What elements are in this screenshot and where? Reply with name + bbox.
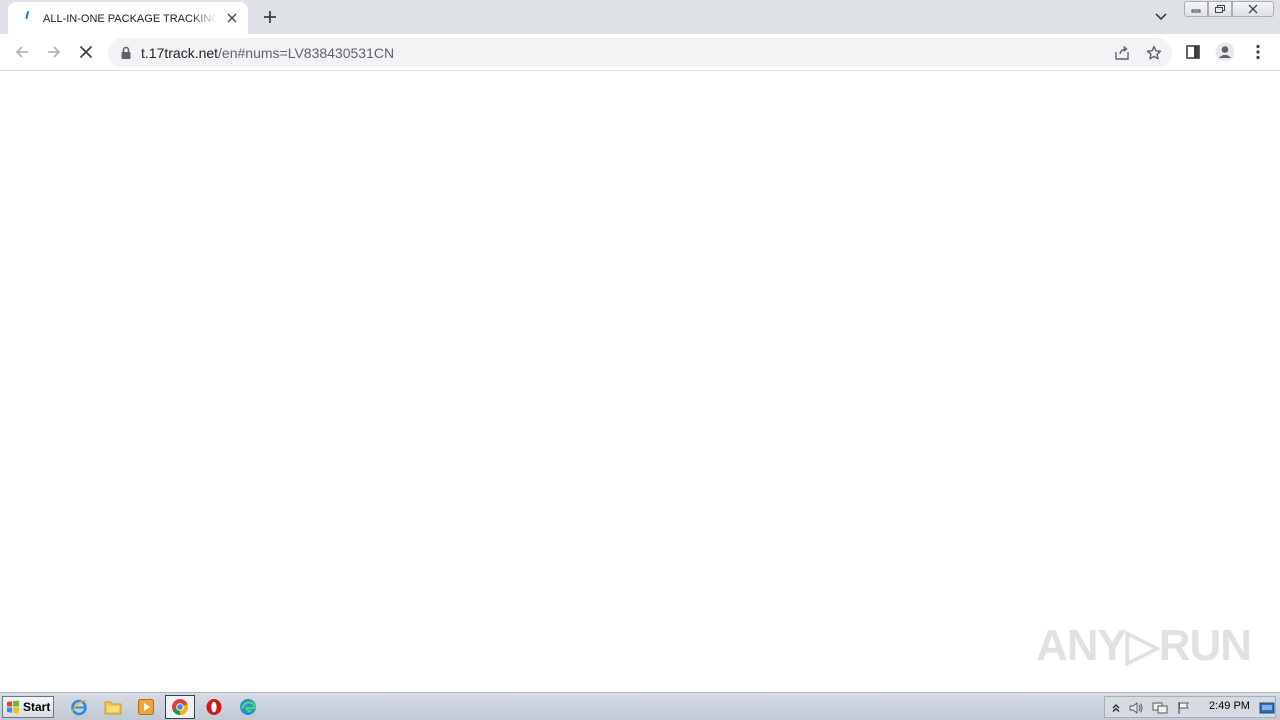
tab-strip: ALL-IN-ONE PACKAGE TRACKING | 17TRACK [0, 0, 1280, 34]
profile-button[interactable] [1212, 39, 1238, 65]
url-path: /en#nums=LV838430531CN [218, 45, 395, 61]
plus-icon [264, 11, 276, 23]
chrome-icon[interactable] [165, 695, 195, 719]
back-arrow-icon [15, 46, 28, 58]
volume-icon[interactable] [1128, 700, 1144, 716]
forward-arrow-icon [48, 46, 61, 58]
share-icon[interactable] [1112, 43, 1132, 63]
start-button[interactable]: Start [2, 696, 54, 718]
close-window-button[interactable] [1232, 1, 1274, 17]
url-host: t.17track.net [141, 45, 219, 61]
stop-loading-button[interactable] [73, 39, 99, 65]
windows-taskbar: Start 2:49 PM [0, 692, 1280, 720]
chevron-down-icon [1155, 13, 1167, 21]
show-hidden-icons-icon[interactable] [1108, 700, 1124, 716]
anyrun-watermark: ANY▷RUN [1036, 610, 1252, 680]
opera-icon[interactable] [203, 697, 225, 717]
internet-explorer-icon[interactable] [68, 697, 90, 717]
minimize-button[interactable] [1184, 1, 1208, 17]
forward-button[interactable] [41, 39, 67, 65]
tab-search-button[interactable] [1150, 6, 1172, 28]
back-button[interactable] [9, 39, 35, 65]
watermark-text: ANY▷RUN [1036, 620, 1252, 670]
address-bar[interactable]: t.17track.net/en#nums=LV838430531CN [108, 38, 1172, 67]
new-tab-button[interactable] [258, 5, 282, 29]
restore-icon [1215, 5, 1225, 13]
tab-title: ALL-IN-ONE PACKAGE TRACKING | 17TRACK [43, 13, 217, 25]
file-explorer-icon[interactable] [102, 697, 124, 717]
minimize-icon [1191, 9, 1201, 13]
system-tray: 2:49 PM [1104, 696, 1276, 718]
browser-tab[interactable]: ALL-IN-ONE PACKAGE TRACKING | 17TRACK [8, 2, 248, 34]
page-content: ANY▷RUN [0, 72, 1280, 692]
lock-icon[interactable] [120, 45, 132, 59]
action-center-flag-icon[interactable] [1176, 700, 1192, 716]
menu-button[interactable] [1245, 39, 1271, 65]
show-desktop-icon[interactable] [1259, 700, 1275, 716]
clock[interactable]: 2:49 PM [1209, 700, 1250, 712]
side-panel-icon [1186, 45, 1200, 59]
close-tab-icon[interactable] [224, 10, 240, 26]
browser-toolbar: t.17track.net/en#nums=LV838430531CN [0, 34, 1280, 71]
stop-icon [79, 45, 93, 59]
restore-button[interactable] [1208, 1, 1232, 17]
favicon-icon [20, 10, 36, 26]
bookmark-star-icon[interactable] [1144, 43, 1164, 63]
close-icon [1248, 4, 1258, 14]
avatar-icon [1215, 42, 1235, 62]
side-panel-button[interactable] [1180, 39, 1206, 65]
network-icon[interactable] [1152, 700, 1168, 716]
kebab-menu-icon [1256, 44, 1260, 60]
windows-logo-icon [7, 700, 19, 714]
start-label: Start [23, 700, 51, 714]
edge-icon[interactable] [237, 697, 259, 717]
url-text[interactable]: t.17track.net/en#nums=LV838430531CN [141, 44, 394, 62]
media-player-icon[interactable] [135, 697, 157, 717]
